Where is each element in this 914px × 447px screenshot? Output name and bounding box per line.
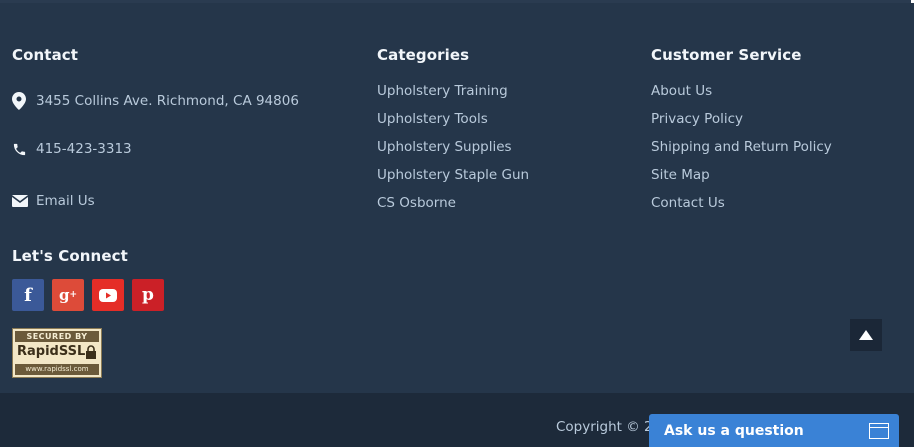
- category-link[interactable]: Upholstery Training: [377, 83, 637, 111]
- category-link[interactable]: Upholstery Supplies: [377, 139, 637, 167]
- rapidssl-badge[interactable]: SECURED BY RapidSSL. www.rapidssl.com: [12, 328, 102, 378]
- customer-service-list: About Us Privacy Policy Shipping and Ret…: [651, 83, 911, 223]
- lets-connect-title: Let's Connect: [12, 247, 128, 265]
- social-links: f g + p: [12, 279, 164, 311]
- chat-window-icon: [869, 423, 889, 439]
- customer-service-section: Customer Service About Us Privacy Policy…: [651, 46, 911, 223]
- customer-service-link[interactable]: Contact Us: [651, 195, 911, 223]
- categories-title: Categories: [377, 46, 470, 64]
- ssl-secured-by: SECURED BY: [15, 331, 99, 342]
- email-link[interactable]: Email Us: [36, 193, 95, 209]
- back-to-top-button[interactable]: [850, 319, 882, 351]
- ssl-brand: RapidSSL.: [17, 344, 91, 359]
- map-pin-icon: [12, 92, 36, 110]
- google-plus-icon[interactable]: g +: [52, 279, 84, 311]
- address-row: 3455 Collins Ave. Richmond, CA 94806: [12, 92, 299, 110]
- email-row[interactable]: Email Us: [12, 193, 95, 209]
- phone-row[interactable]: 415-423-3313: [12, 141, 132, 157]
- address-text: 3455 Collins Ave. Richmond, CA 94806: [36, 93, 299, 109]
- top-divider: [0, 0, 914, 3]
- phone-icon: [12, 142, 36, 157]
- categories-section: Categories Upholstery Training Upholster…: [377, 46, 637, 223]
- envelope-icon: [12, 195, 36, 207]
- customer-service-link[interactable]: Shipping and Return Policy: [651, 139, 911, 167]
- pinterest-icon[interactable]: p: [132, 279, 164, 311]
- facebook-icon[interactable]: f: [12, 279, 44, 311]
- category-link[interactable]: Upholstery Staple Gun: [377, 167, 637, 195]
- customer-service-link[interactable]: Site Map: [651, 167, 911, 195]
- chat-label: Ask us a question: [664, 422, 804, 439]
- customer-service-link[interactable]: Privacy Policy: [651, 111, 911, 139]
- categories-list: Upholstery Training Upholstery Tools Uph…: [377, 83, 637, 223]
- customer-service-link[interactable]: About Us: [651, 83, 911, 111]
- caret-up-icon: [859, 330, 873, 340]
- contact-title: Contact: [12, 46, 79, 64]
- category-link[interactable]: CS Osborne: [377, 195, 637, 223]
- ssl-url: www.rapidssl.com: [15, 364, 99, 375]
- contact-section: Contact 3455 Collins Ave. Richmond, CA 9…: [12, 46, 352, 378]
- category-link[interactable]: Upholstery Tools: [377, 111, 637, 139]
- lock-icon: [86, 345, 96, 359]
- youtube-icon[interactable]: [92, 279, 124, 311]
- ask-question-chat-button[interactable]: Ask us a question: [649, 414, 899, 447]
- phone-link[interactable]: 415-423-3313: [36, 141, 132, 157]
- customer-service-title: Customer Service: [651, 46, 802, 64]
- copyright-text: Copyright © 2: [556, 419, 653, 435]
